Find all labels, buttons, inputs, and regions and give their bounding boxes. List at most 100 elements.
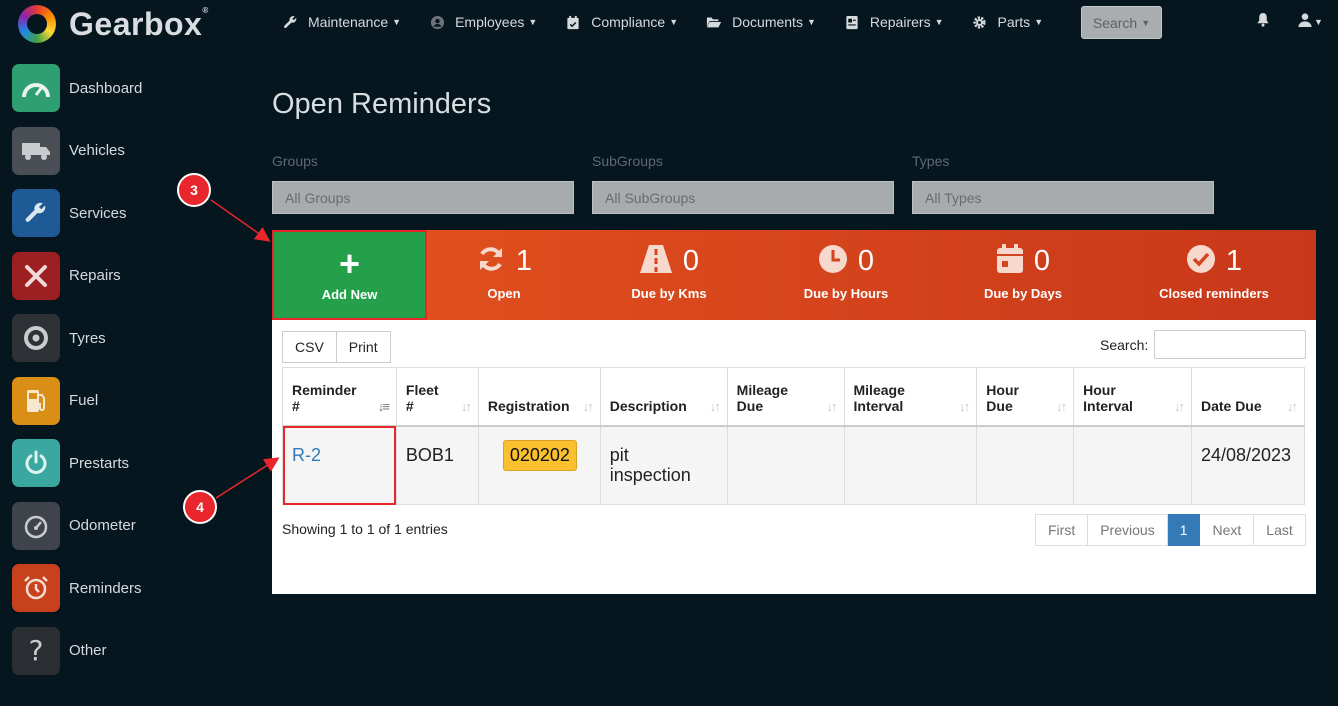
- nav-employees[interactable]: Employees ▼: [429, 14, 537, 30]
- stat-closed-reminders[interactable]: 1 Closed reminders: [1152, 230, 1276, 320]
- stat-due-by-days[interactable]: 0 Due by Days: [971, 230, 1075, 320]
- col-date-due[interactable]: Date Due ↓↑: [1190, 367, 1306, 426]
- print-button[interactable]: Print: [336, 331, 391, 363]
- stat-closed-reminders-label: Closed reminders: [1159, 286, 1269, 301]
- sort-icon: ↓↑: [709, 398, 721, 414]
- plus-icon: +: [338, 242, 361, 284]
- annotation-badge-3: 3: [177, 173, 211, 207]
- stat-due-by-kms[interactable]: 0 Due by Kms: [618, 230, 720, 320]
- caret-down-icon: ▼: [1034, 17, 1044, 27]
- sidebar-item-label: Services: [69, 204, 127, 222]
- nav-maintenance[interactable]: Maintenance ▼: [282, 14, 401, 30]
- col-hour-interval[interactable]: Hour Interval ↓↑: [1073, 367, 1192, 426]
- col-hour-due[interactable]: Hour Due ↓↑: [976, 367, 1075, 426]
- gauge-icon: [12, 64, 60, 112]
- subgroups-select[interactable]: All SubGroups: [592, 181, 894, 214]
- caret-down-icon: ▼: [1141, 17, 1151, 28]
- add-new-button[interactable]: + Add New: [272, 230, 427, 320]
- sidebar-item-services[interactable]: Services: [12, 188, 142, 238]
- page-next[interactable]: Next: [1200, 514, 1255, 546]
- sidebar-item-label: Odometer: [69, 517, 136, 534]
- registration-cell: 020202: [477, 425, 601, 505]
- sidebar-item-label: Tyres: [69, 329, 106, 347]
- col-mileage-interval[interactable]: Mileage Interval ↓↑: [843, 367, 978, 426]
- user-circle-icon: [429, 15, 445, 29]
- caret-down-icon: ▼: [806, 17, 816, 27]
- csv-button[interactable]: CSV: [282, 331, 337, 363]
- sort-icon: ↓↑: [460, 398, 472, 414]
- caret-down-icon: ▼: [528, 17, 538, 27]
- subgroups-filter-label: SubGroups: [592, 153, 663, 169]
- reminder-link[interactable]: R-2: [292, 445, 321, 465]
- page-last[interactable]: Last: [1254, 514, 1306, 546]
- groups-select[interactable]: All Groups: [272, 181, 574, 214]
- sidebar-item-odometer[interactable]: Odometer: [12, 501, 142, 551]
- sidebar-item-label: Dashboard: [69, 79, 143, 97]
- sidebar-item-label: Reminders: [69, 579, 142, 597]
- sidebar-item-prestarts[interactable]: Prestarts: [12, 438, 142, 488]
- sidebar-item-label: Fuel: [69, 392, 99, 409]
- sidebar: Dashboard Vehicles Services Repairs Tyre…: [12, 63, 142, 688]
- col-reminder[interactable]: Reminder # ↓≡: [282, 367, 397, 426]
- nav-documents[interactable]: Documents ▼: [706, 14, 816, 30]
- nav-documents-label: Documents: [732, 14, 803, 30]
- stat-open[interactable]: 1 Open: [459, 230, 549, 320]
- nav-compliance[interactable]: Compliance ▼: [565, 14, 678, 30]
- nav-repairers[interactable]: Repairers ▼: [844, 14, 944, 30]
- export-buttons: CSV Print: [282, 331, 391, 363]
- sidebar-item-repairs[interactable]: Repairs: [12, 251, 142, 301]
- add-new-label: Add New: [321, 286, 378, 302]
- stat-due-by-kms-label: Due by Kms: [631, 286, 707, 301]
- sidebar-item-reminders[interactable]: Reminders: [12, 563, 142, 613]
- nav-parts-label: Parts: [997, 14, 1031, 30]
- gear-icon: [972, 15, 988, 29]
- check-circle-icon: [1186, 244, 1216, 279]
- sidebar-item-other[interactable]: ? Other: [12, 626, 142, 676]
- caret-down-icon: ▼: [669, 17, 679, 27]
- annotation-badge-4: 4: [183, 490, 217, 524]
- table-row: R-2 BOB1 020202 pit inspection 24/08/2023: [282, 425, 1306, 505]
- col-registration[interactable]: Registration ↓↑: [477, 367, 601, 426]
- caret-down-icon: ▼: [1314, 17, 1323, 27]
- reminder-stats-banner: + Add New 1 Open 0 Due by Kms 0 Due by H…: [272, 230, 1316, 320]
- calendar-icon: [996, 243, 1024, 279]
- types-filter-label: Types: [912, 153, 950, 169]
- page-first[interactable]: First: [1035, 514, 1089, 546]
- table-header-row: Reminder # ↓≡ Fleet # ↓↑ Registration ↓↑ Desc…: [282, 367, 1306, 426]
- caret-down-icon: ▼: [392, 17, 402, 27]
- col-fleet[interactable]: Fleet # ↓↑: [395, 367, 479, 426]
- nav-parts[interactable]: Parts ▼: [972, 14, 1044, 30]
- col-description[interactable]: Description ↓↑: [599, 367, 728, 426]
- app-name: Gearbox®: [69, 5, 209, 42]
- stat-due-by-hours-label: Due by Hours: [803, 286, 889, 301]
- search-dropdown-button[interactable]: Search ▼: [1081, 6, 1162, 39]
- page-1[interactable]: 1: [1167, 514, 1201, 546]
- caret-down-icon: ▼: [934, 17, 944, 27]
- odometer-icon: [12, 501, 60, 550]
- table-search-input[interactable]: [1154, 330, 1306, 359]
- annotation-arrow-3: [210, 199, 271, 242]
- app-logo[interactable]: Gearbox®: [18, 4, 209, 44]
- stat-open-label: Open: [487, 286, 521, 301]
- stat-due-by-hours[interactable]: 0 Due by Hours: [791, 230, 901, 320]
- stat-due-by-days-value: 0: [1033, 244, 1051, 277]
- id-card-icon: [844, 15, 860, 29]
- sidebar-item-vehicles[interactable]: Vehicles: [12, 126, 142, 176]
- mileage-interval-cell: [843, 425, 978, 505]
- nav-repairers-label: Repairers: [869, 14, 931, 30]
- sort-icon: ↓↑: [582, 398, 594, 414]
- sidebar-item-tyres[interactable]: Tyres: [12, 313, 142, 363]
- bell-icon[interactable]: [1256, 12, 1272, 28]
- col-mileage-due[interactable]: Mileage Due ↓↑: [726, 367, 845, 426]
- types-select[interactable]: All Types: [912, 181, 1214, 214]
- pagination: First Previous 1 Next Last: [1035, 514, 1306, 546]
- wrench-icon: [12, 189, 60, 237]
- page-title: Open Reminders: [272, 88, 492, 120]
- user-menu[interactable]: ▼: [1298, 12, 1323, 32]
- sidebar-item-fuel[interactable]: Fuel: [12, 376, 142, 426]
- nav-employees-label: Employees: [455, 14, 525, 30]
- page-previous[interactable]: Previous: [1088, 514, 1168, 546]
- sidebar-item-dashboard[interactable]: Dashboard: [12, 63, 142, 113]
- reminder-cell: R-2: [282, 425, 397, 505]
- fleet-cell: BOB1: [395, 425, 479, 505]
